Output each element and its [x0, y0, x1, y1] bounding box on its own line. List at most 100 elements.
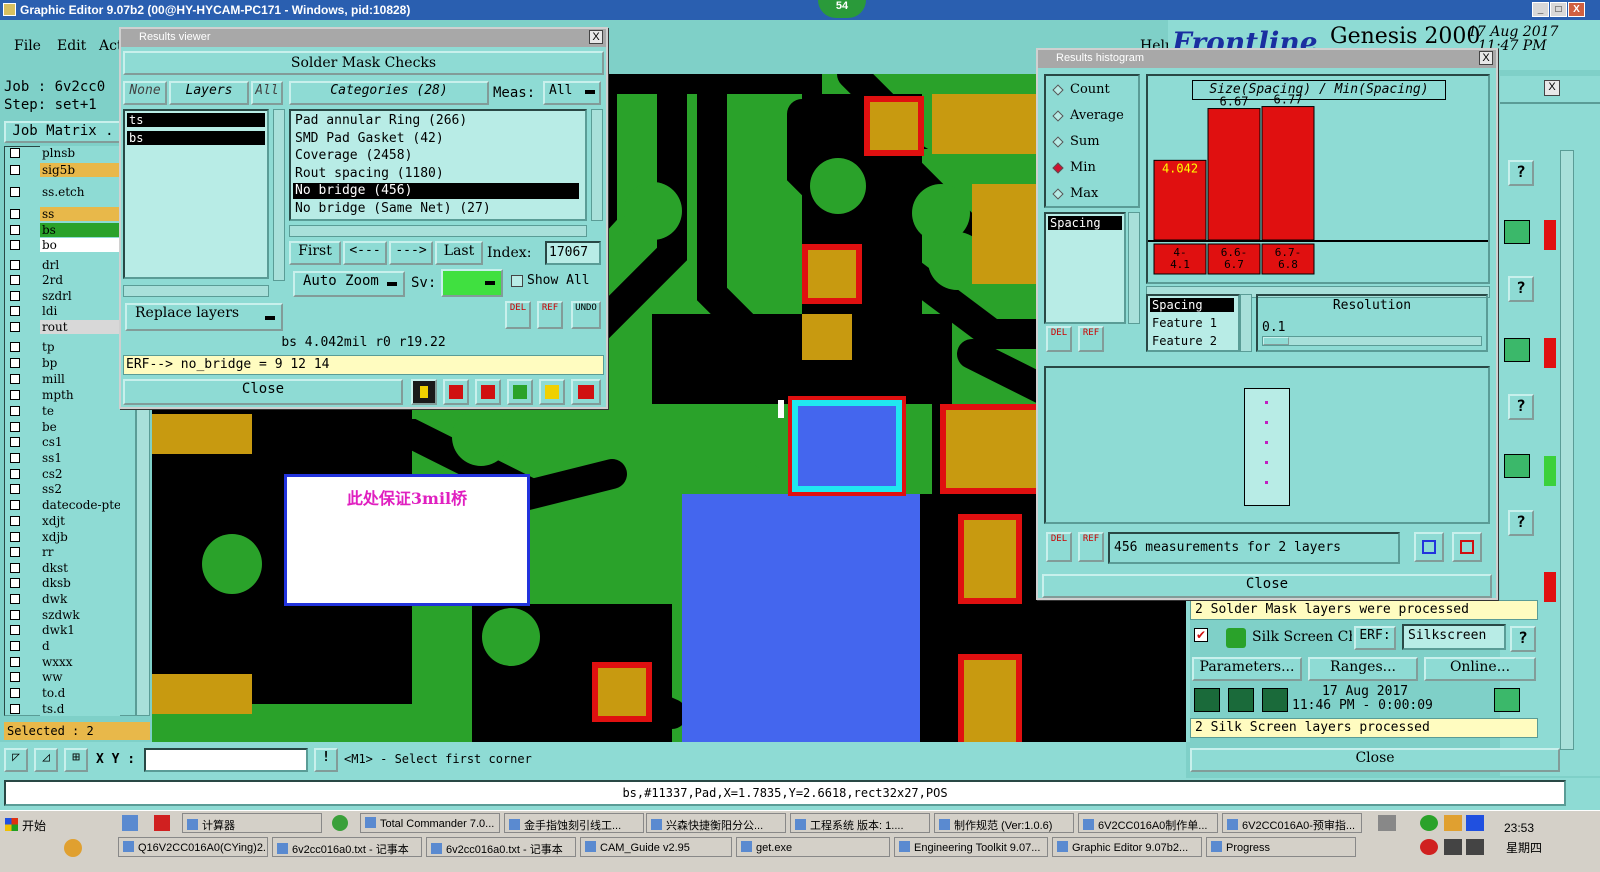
layer-row[interactable]: ss2 — [8, 482, 120, 496]
layer-row[interactable]: ww — [8, 670, 120, 684]
layer-row[interactable]: ss1 — [8, 451, 120, 465]
measure-icon[interactable]: ◿ — [34, 748, 58, 772]
hist-del-button[interactable]: DEL — [1046, 326, 1072, 352]
layer-checkbox[interactable] — [10, 500, 20, 510]
stat-option[interactable]: Sum — [1052, 134, 1136, 152]
layer-name[interactable]: bo — [40, 238, 120, 252]
layer-name[interactable]: mpth — [40, 388, 120, 402]
layer-checkbox[interactable] — [10, 469, 20, 479]
report-icon[interactable] — [443, 379, 469, 405]
layer-row[interactable]: wxxx — [8, 655, 120, 669]
layer-checkbox[interactable] — [10, 187, 20, 197]
first-button[interactable]: First — [289, 241, 341, 265]
run-icon[interactable] — [1228, 688, 1254, 712]
help-button[interactable]: ? — [1508, 276, 1534, 302]
grid-icon[interactable]: ⊞ — [64, 748, 88, 772]
page-icon[interactable] — [507, 379, 533, 405]
taskbar-button[interactable]: CAM_Guide v2.95 — [580, 837, 732, 857]
layer-checkbox[interactable] — [10, 578, 20, 588]
categories-scrollbar[interactable] — [591, 109, 603, 221]
category-item[interactable]: Coverage (2458) — [293, 148, 579, 164]
category-item[interactable]: Rout spacing (1180) — [293, 166, 579, 182]
meas-dropdown[interactable]: All — [543, 81, 601, 105]
minimize-button[interactable]: _ — [1532, 2, 1549, 17]
layer-name[interactable]: plnsb — [40, 146, 120, 160]
sub-item-feature2[interactable]: Feature 2 — [1150, 334, 1234, 348]
show-all-checkbox[interactable] — [511, 275, 523, 287]
layer-checkbox[interactable] — [10, 422, 20, 432]
start-button[interactable]: 开始 — [2, 814, 56, 834]
histogram-close-icon[interactable]: X — [1479, 51, 1493, 65]
tray-icon[interactable] — [1444, 839, 1462, 855]
layer-row[interactable]: ts.d — [8, 702, 120, 716]
flag-icon[interactable] — [411, 379, 437, 405]
all-button[interactable]: All — [251, 81, 283, 105]
tray-icon[interactable] — [1466, 815, 1484, 831]
layer-row[interactable]: cs1 — [8, 435, 120, 449]
layer-name[interactable]: dksb — [40, 576, 120, 590]
layer-name[interactable]: 2rd — [40, 273, 120, 287]
layer-checkbox[interactable] — [10, 306, 20, 316]
taskbar-button[interactable]: 6V2CC016A0制作单... — [1078, 813, 1218, 833]
layer-name[interactable]: dwk — [40, 592, 120, 606]
results-close-button[interactable]: Close — [123, 379, 403, 405]
taskbar-button[interactable]: 工程系统 版本: 1.... — [790, 813, 930, 833]
zoom-icon[interactable] — [1504, 454, 1530, 478]
layer-row[interactable]: mpth — [8, 388, 120, 402]
layers-listbox[interactable]: ts bs — [123, 109, 269, 279]
stat-option[interactable]: Count — [1052, 82, 1136, 100]
del-button[interactable]: DEL — [505, 301, 531, 329]
categories-listbox[interactable]: Pad annular Ring (266) SMD Pad Gasket (42… — [289, 109, 587, 221]
layer-row[interactable]: be — [8, 420, 120, 434]
layer-name[interactable]: ss.etch — [40, 185, 120, 199]
layer-checkbox[interactable] — [10, 641, 20, 651]
layer-row[interactable]: datecode-pte — [8, 498, 120, 512]
tray-icon[interactable] — [1466, 839, 1484, 855]
taskbar-button[interactable]: get.exe — [736, 837, 890, 857]
spacing-listbox[interactable]: Spacing — [1044, 212, 1126, 324]
undo-button[interactable]: UNDO — [571, 301, 601, 329]
zoom-icon[interactable] — [1504, 220, 1530, 244]
auto-zoom-dropdown[interactable]: Auto Zoom — [293, 271, 405, 297]
layer-name[interactable]: ss — [40, 207, 120, 221]
layer-row[interactable]: dwk1 — [8, 623, 120, 637]
layer-name[interactable]: drl — [40, 258, 120, 272]
hist-ref-button[interactable]: REF — [1078, 326, 1104, 352]
layer-checkbox[interactable] — [10, 322, 20, 332]
layer-checkbox[interactable] — [10, 240, 20, 250]
category-item[interactable]: No bridge (456) — [293, 183, 579, 200]
layer-name[interactable]: wxxx — [40, 655, 120, 669]
browser-icon[interactable] — [332, 815, 348, 831]
layer-checkbox[interactable] — [10, 453, 20, 463]
checklist-close-icon[interactable]: X — [1544, 80, 1560, 96]
taskbar-button[interactable]: Total Commander 7.0... — [360, 813, 500, 833]
help-button[interactable]: ? — [1508, 160, 1534, 186]
next-button[interactable]: ---> — [389, 241, 433, 265]
replace-layers-dropdown[interactable]: Replace layers — [125, 303, 283, 331]
layer-row[interactable]: 2rd — [8, 273, 120, 287]
layer-item-ts[interactable]: ts — [127, 113, 265, 127]
layer-name[interactable]: dkst — [40, 561, 120, 575]
layer-row[interactable]: ss.etch — [8, 185, 120, 199]
silk-check-checkbox[interactable]: ✔ — [1194, 628, 1208, 642]
layer-row[interactable]: to.d — [8, 686, 120, 700]
export-icon[interactable] — [1414, 532, 1444, 562]
layer-row[interactable]: plnsb — [8, 146, 120, 160]
erf-value[interactable]: Silkscreen — [1402, 624, 1506, 650]
layer-checkbox[interactable] — [10, 225, 20, 235]
checklist-close-button[interactable]: Close — [1190, 748, 1560, 772]
run-icon[interactable] — [1194, 688, 1220, 712]
sub-listbox[interactable]: Spacing Feature 1 Feature 2 — [1146, 294, 1240, 352]
layers-button[interactable]: Layers — [169, 81, 249, 105]
quicklaunch-icon[interactable] — [122, 815, 138, 831]
resolution-slider-thumb[interactable] — [1263, 337, 1289, 345]
taskbar-button[interactable]: Engineering Toolkit 9.07... — [894, 837, 1048, 857]
prev-button[interactable]: <--- — [343, 241, 387, 265]
layer-name[interactable]: sig5b — [40, 163, 120, 177]
layer-row[interactable]: dkst — [8, 561, 120, 575]
layers-hscrollbar[interactable] — [123, 285, 269, 297]
layer-row[interactable]: rout — [8, 320, 120, 334]
layer-checkbox[interactable] — [10, 704, 20, 714]
layer-checkbox[interactable] — [10, 657, 20, 667]
layer-checkbox[interactable] — [10, 484, 20, 494]
